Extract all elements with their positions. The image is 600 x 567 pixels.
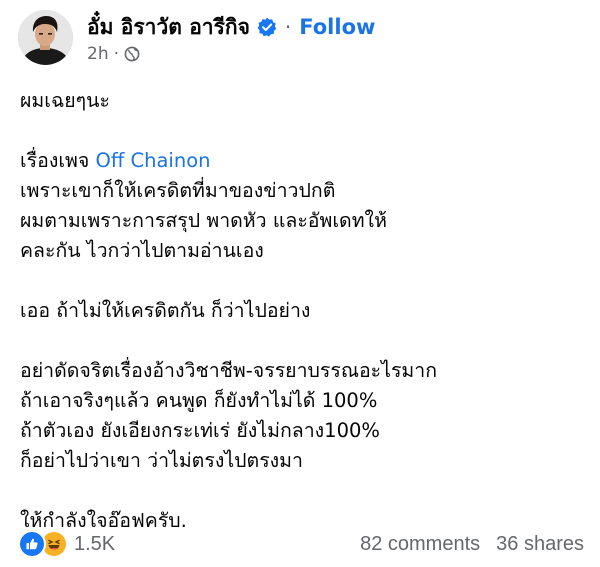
avatar-photo [18,10,73,65]
time-row: 2h · [87,44,375,64]
name-row: อั๋ม อิราวัต อารีกิจ · Follow [87,11,375,43]
comments-count-link[interactable]: 82 comments [360,533,480,556]
post-line: อย่าดัดจริตเรื่องอ้างวิชาชีพ-จรรยาบรรณอะ… [20,359,438,382]
follow-button[interactable]: Follow [299,15,375,39]
verified-badge-icon [257,17,277,37]
reactions-summary[interactable]: 1.5K [18,530,115,558]
post-line: คละกัน ไวกว่าไปตามอ่านเอง [20,239,264,262]
post-line: ผมตามเพราะการสรุป พาดหัว และอัพเดทให้ [20,209,387,232]
reaction-count[interactable]: 1.5K [74,533,115,556]
post-line: ก็อย่าไปว่าเขา ว่าไม่ตรงไปตรงมา [20,449,303,472]
post-line: ถ้าเอาจริงๆแล้ว คนพูด ก็ยังทำไม่ได้ 100% [20,389,378,412]
post-text: เรื่องเพจ [20,149,96,172]
facebook-post: อั๋ม อิราวัต อารีกิจ · Follow 2h · ผมเฉย… [0,0,600,567]
post-line-with-mention: เรื่องเพจ Off Chainon [20,146,590,176]
author-avatar[interactable] [18,10,73,65]
page-mention-link[interactable]: Off Chainon [96,149,211,172]
post-body: ผมเฉยๆนะ เรื่องเพจ Off Chainon เพราะเขาก… [20,86,590,536]
engagement-counts: 82 comments 36 shares [360,533,584,556]
post-line: ถ้าตัวเอง ยังเอียงกระเท่เร่ ยังไม่กลาง10… [20,419,380,442]
shares-count-link[interactable]: 36 shares [496,533,584,556]
time-separator: · [113,44,119,64]
post-line: ผมเฉยๆนะ [20,89,110,112]
post-timestamp[interactable]: 2h [87,44,109,64]
author-name[interactable]: อั๋ม อิราวัต อารีกิจ [87,11,250,44]
post-line: เออ ถ้าไม่ให้เครดิตกัน ก็ว่าไปอย่าง [20,299,311,322]
post-meta: อั๋ม อิราวัต อารีกิจ · Follow 2h · [87,11,375,65]
like-icon [18,530,46,558]
header-separator: · [284,15,292,39]
globe-icon[interactable] [124,46,140,62]
post-line: เพราะเขาก็ให้เครดิตที่มาของข่าวปกติ [20,179,336,202]
post-footer: 1.5K 82 comments 36 shares [18,530,584,558]
post-header: อั๋ม อิราวัต อารีกิจ · Follow 2h · [18,10,375,65]
